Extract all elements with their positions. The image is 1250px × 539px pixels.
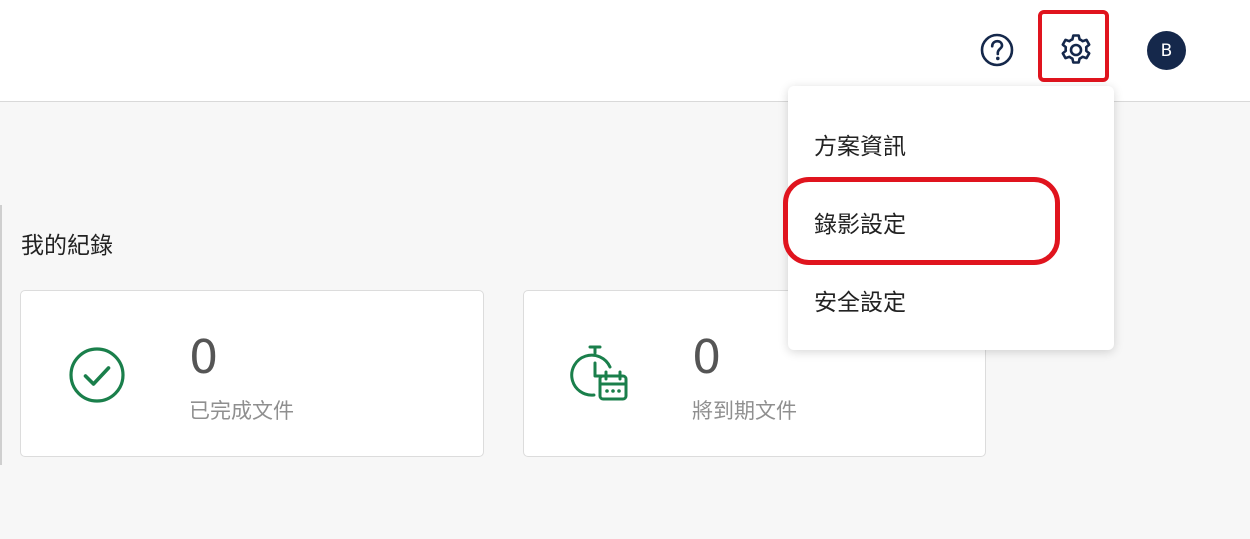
completed-count: 0 — [189, 330, 219, 384]
gear-icon — [1061, 34, 1091, 64]
completed-label: 已完成文件 — [189, 399, 294, 423]
help-circle-icon — [980, 33, 1014, 67]
menu-item-recording-settings[interactable]: 錄影設定 — [814, 205, 906, 239]
avatar-initial: B — [1160, 40, 1173, 61]
left-divider — [0, 205, 2, 465]
expiring-count: 0 — [692, 330, 722, 384]
check-circle-icon — [65, 343, 129, 407]
settings-dropdown-menu: 方案資訊 錄影設定 安全設定 — [788, 86, 1114, 350]
user-avatar[interactable]: B — [1147, 31, 1186, 70]
expiring-label: 將到期文件 — [692, 399, 797, 423]
menu-item-security-settings[interactable]: 安全設定 — [814, 283, 906, 317]
timer-calendar-icon — [568, 343, 632, 407]
menu-item-plan-info[interactable]: 方案資訊 — [814, 127, 906, 161]
completed-documents-card[interactable]: 0 已完成文件 — [20, 290, 484, 457]
help-button[interactable] — [979, 32, 1015, 68]
records-title: 我的紀錄 — [21, 233, 113, 259]
settings-button[interactable] — [1056, 30, 1096, 70]
